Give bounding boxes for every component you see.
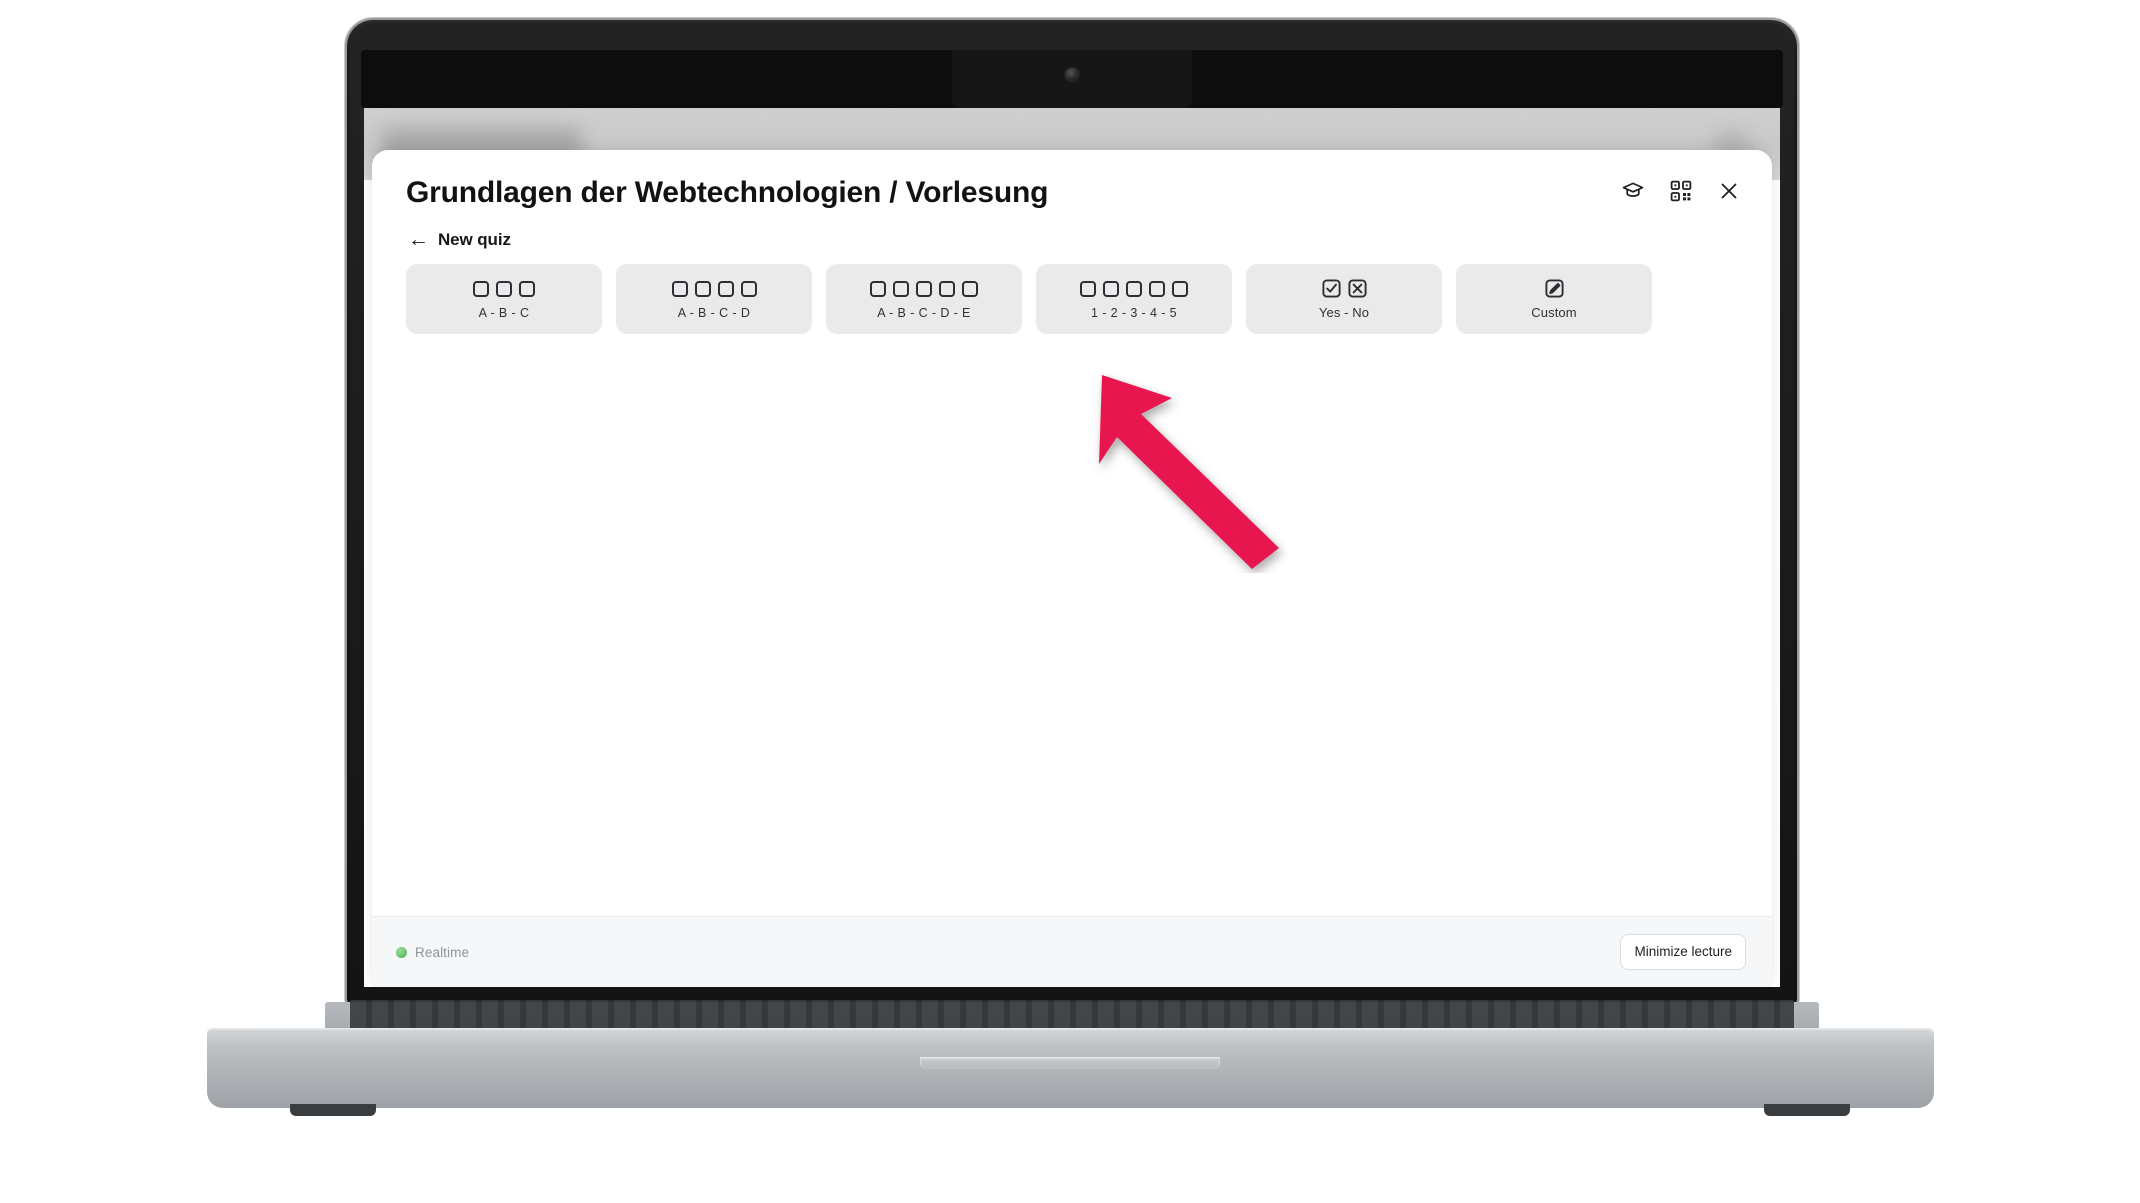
qr-code-icon[interactable] xyxy=(1668,178,1694,204)
quiz-type-label: A - B - C - D xyxy=(677,305,751,320)
modal-body: A - B - C A - B - C - D A - B - C - D - E 1… xyxy=(372,250,1772,916)
quiz-type-card[interactable]: 1 - 2 - 3 - 4 - 5 xyxy=(1036,264,1232,334)
modal-footer: Realtime Minimize lecture xyxy=(372,916,1772,987)
quiz-type-card[interactable]: Yes - No xyxy=(1246,264,1442,334)
page-title: Grundlagen der Webtechnologien / Vorlesu… xyxy=(406,176,1049,209)
option-box-icon xyxy=(1103,280,1119,297)
header-actions xyxy=(1620,178,1742,204)
back-to-new-quiz-link[interactable]: ← New quiz xyxy=(408,229,511,250)
option-box-icon xyxy=(1172,280,1188,297)
quiz-type-label: A - B - C - D - E xyxy=(877,305,971,320)
option-box-icon xyxy=(740,280,757,297)
laptop-lid: Grundlagen der Webtechnologien / Vorlesu… xyxy=(347,20,1797,1005)
option-box-icon xyxy=(694,280,711,297)
graduation-cap-icon[interactable] xyxy=(1620,178,1646,204)
quiz-type-label: 1 - 2 - 3 - 4 - 5 xyxy=(1091,305,1177,320)
webcam-icon xyxy=(1065,68,1079,81)
quiz-type-card[interactable]: A - B - C - D - E xyxy=(826,264,1022,334)
quiz-type-card[interactable]: Custom xyxy=(1456,264,1652,334)
laptop-foot-right xyxy=(1764,1104,1850,1116)
option-box-icon xyxy=(1126,280,1142,297)
quiz-type-label: Custom xyxy=(1531,305,1577,320)
five-numeric-boxes-icon xyxy=(1080,279,1188,299)
four-option-boxes-icon xyxy=(671,279,757,299)
screenshot-stage: Grundlagen der Webtechnologien / Vorlesu… xyxy=(0,0,2140,1203)
status-indicator-dot xyxy=(396,946,407,958)
realtime-status: Realtime xyxy=(396,945,469,960)
option-box-icon xyxy=(1080,280,1096,297)
minimize-lecture-button[interactable]: Minimize lecture xyxy=(1620,934,1746,970)
five-option-boxes-icon xyxy=(870,279,978,299)
option-box-icon xyxy=(916,280,932,297)
laptop-base xyxy=(207,1030,1934,1108)
option-box-icon xyxy=(1149,280,1165,297)
modal-header: Grundlagen der Webtechnologien / Vorlesu… xyxy=(372,150,1772,250)
back-arrow-icon: ← xyxy=(408,228,429,251)
option-box-icon xyxy=(893,280,909,297)
quiz-type-card[interactable]: A - B - C xyxy=(406,264,602,334)
pencil-box-icon xyxy=(1544,278,1564,298)
checkbox-checked-icon xyxy=(1321,278,1341,298)
option-box-icon xyxy=(939,280,955,297)
option-box-icon xyxy=(473,280,489,297)
checkbox-crossed-icon xyxy=(1347,278,1367,298)
option-box-icon xyxy=(671,280,688,297)
quiz-type-card[interactable]: A - B - C - D xyxy=(616,264,812,334)
option-box-icon xyxy=(870,280,886,297)
three-option-boxes-icon xyxy=(473,279,535,299)
quiz-type-label: Yes - No xyxy=(1318,305,1370,320)
option-box-icon xyxy=(962,280,978,297)
quiz-type-label: A - B - C xyxy=(478,305,530,320)
quiz-type-card-row: A - B - C A - B - C - D A - B - C - D - E 1… xyxy=(406,264,1738,334)
option-box-icon xyxy=(496,280,512,297)
status-badge: Realtime xyxy=(415,944,470,960)
back-link-label: New quiz xyxy=(438,229,511,249)
pencil-box-icon xyxy=(1544,278,1564,298)
lecture-modal: Grundlagen der Webtechnologien / Vorlesu… xyxy=(372,150,1772,987)
option-box-icon xyxy=(717,280,734,297)
option-box-icon xyxy=(519,280,535,297)
check-and-cross-boxes-icon xyxy=(1321,278,1367,298)
laptop-screen: Grundlagen der Webtechnologien / Vorlesu… xyxy=(364,108,1780,987)
close-icon[interactable] xyxy=(1716,178,1742,204)
laptop-trackpad-notch xyxy=(920,1057,1220,1069)
laptop-foot-left xyxy=(290,1104,376,1116)
